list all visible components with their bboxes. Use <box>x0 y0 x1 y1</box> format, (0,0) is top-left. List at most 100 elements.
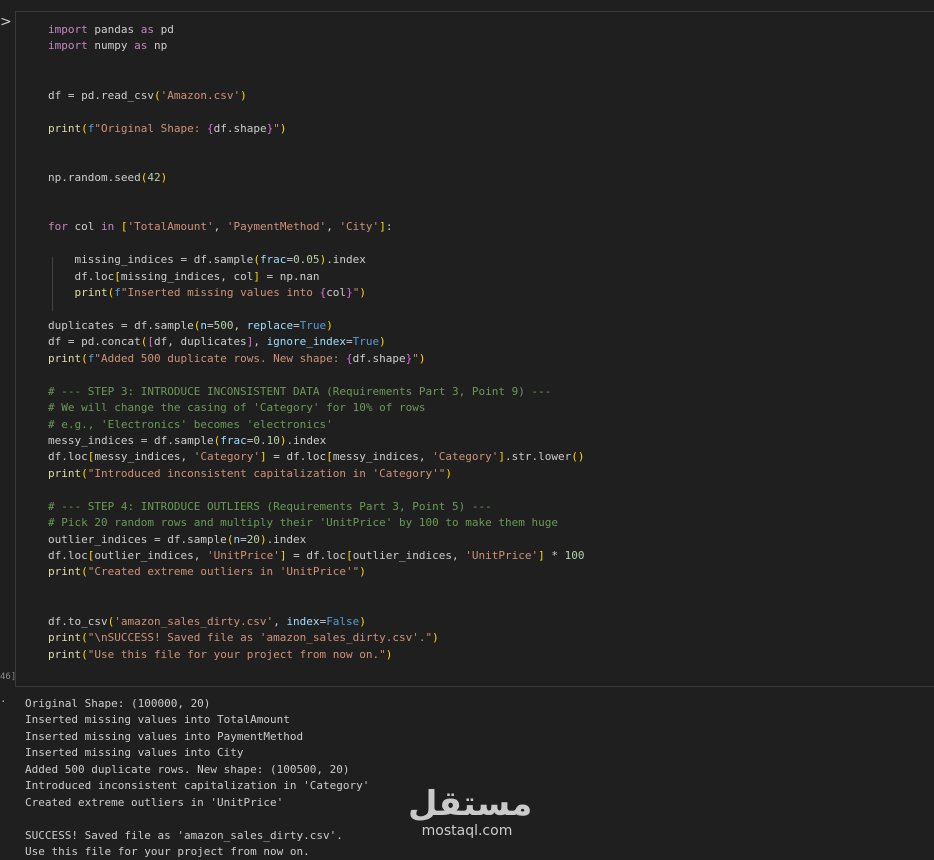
code-token: { <box>346 351 353 365</box>
code-token: import <box>48 39 88 53</box>
code-line: df.loc[messy_indices, 'Category'] = df.l… <box>48 449 585 465</box>
code-token: ) <box>385 647 393 661</box>
code-token: df.shape <box>213 121 267 135</box>
code-token: numpy <box>87 39 135 53</box>
code-token: True <box>299 318 327 332</box>
code-token: 'PaymentMethod' <box>226 220 327 234</box>
code-token: [ <box>114 269 121 283</box>
code-token: = <box>346 335 353 349</box>
code-line: df = pd.concat([df, duplicates], ignore_… <box>48 334 585 350</box>
code-token: True <box>352 335 380 349</box>
code-token: print <box>74 286 108 299</box>
code-line: df.to_csv('amazon_sales_dirty.csv', inde… <box>48 614 585 630</box>
code-token: [ <box>120 220 128 234</box>
output-marker: · <box>0 695 7 708</box>
code-token: df.to_csv <box>48 614 108 628</box>
code-token: outlier_indices, <box>352 549 466 562</box>
code-token: import <box>48 23 88 36</box>
code-token: ) <box>418 351 426 365</box>
code-token: , <box>233 318 247 332</box>
code-token: ( <box>81 466 88 480</box>
output-line: Added 500 duplicate rows. New shape: (10… <box>25 762 350 776</box>
code-token: # --- STEP 4: INTRODUCE OUTLIERS (Requir… <box>48 499 492 513</box>
code-token: ) <box>359 565 366 579</box>
code-token: print <box>48 565 82 579</box>
code-line: import numpy as np <box>48 38 585 54</box>
code-token: # --- STEP 3: INTRODUCE INCONSISTENT DAT… <box>48 384 552 398</box>
code-token: ) <box>279 121 287 135</box>
code-token: duplicates = df.sample <box>48 318 194 332</box>
output-line: SUCCESS! Saved file as 'amazon_sales_dir… <box>25 828 343 842</box>
code-token: index <box>286 614 320 628</box>
code-token: { <box>206 121 214 135</box>
code-token: , <box>253 335 267 349</box>
code-token: = <box>293 318 300 332</box>
code-token: ( <box>81 647 88 661</box>
code-token: as <box>140 23 154 36</box>
code-token: missing_indices, col <box>120 269 254 283</box>
output-line: Original Shape: (100000, 20) <box>25 697 211 710</box>
code-line: np.random.seed(42) <box>48 170 585 186</box>
code-token: print <box>48 647 82 661</box>
code-token: ) <box>445 466 452 480</box>
code-token: pandas <box>87 23 141 36</box>
code-token: , <box>273 614 287 628</box>
code-token: ( <box>81 121 88 135</box>
code-token: " <box>412 351 419 365</box>
code-token: False <box>326 614 360 628</box>
code-token: ignore_index <box>266 335 347 349</box>
code-line: print(f"Inserted missing values into {co… <box>48 285 585 301</box>
code-token: "Added 500 duplicate rows. New shape: <box>94 351 347 365</box>
code-token: print <box>48 466 82 480</box>
code-token: .str.lower <box>505 450 572 464</box>
code-cell-editor[interactable]: import pandas as pd import numpy as np df… <box>15 11 934 687</box>
code-token: 'Category' <box>432 450 499 464</box>
run-cell-chevron-icon[interactable]: > <box>0 14 12 30</box>
code-token: print <box>48 121 82 135</box>
code-line: df.loc[outlier_indices, 'UnitPrice'] = d… <box>48 548 585 564</box>
code-token: # Pick 20 random rows and multiply their… <box>48 516 558 530</box>
code-token: ) <box>432 631 439 645</box>
code-line: duplicates = df.sample(n=500, replace=Tr… <box>48 318 585 334</box>
code-token: np.random.seed <box>48 170 141 184</box>
code-token: ] <box>379 220 386 234</box>
code-token: 100 <box>564 549 585 562</box>
code-token: # e.g., 'Electronics' becomes 'electroni… <box>48 417 333 431</box>
code-token: 0.10 <box>253 433 280 447</box>
code-line: # We will change the casing of 'Category… <box>48 400 585 416</box>
code-token: missing_indices = df.sample <box>48 253 254 267</box>
code-token: messy_indices = df.sample <box>48 433 214 447</box>
code-line: outlier_indices = df.sample(n=20).index <box>48 532 585 548</box>
code-line: # --- STEP 3: INTRODUCE INCONSISTENT DAT… <box>48 384 585 400</box>
code-token: " <box>273 121 280 135</box>
watermark-latin-text: mostaql.com <box>421 823 513 839</box>
code-token: "Created extreme outliers in 'UnitPrice'… <box>87 565 360 579</box>
code-token: print <box>48 631 82 645</box>
code-token: col <box>67 220 101 234</box>
code-line: print("\nSUCCESS! Saved file as 'amazon_… <box>48 630 585 646</box>
cell-output: Original Shape: (100000, 20) Inserted mis… <box>25 696 369 860</box>
code-line: df = pd.read_csv('Amazon.csv') <box>48 88 585 104</box>
mostaql-watermark-logo: مستقل mostaql.com <box>408 786 532 840</box>
code-token: ] <box>253 269 260 283</box>
code-token: df.loc <box>48 269 115 283</box>
code-line: df.loc[missing_indices, col] = np.nan <box>48 269 585 285</box>
code-token: ( <box>81 565 88 579</box>
code-line: # Pick 20 random rows and multiply their… <box>48 515 585 531</box>
code-token: messy_indices, <box>94 450 194 464</box>
code-token: = df.loc <box>286 549 347 562</box>
code-token: = <box>240 532 247 546</box>
code-line: import pandas as pd <box>48 22 585 38</box>
code-token: * <box>544 549 565 562</box>
